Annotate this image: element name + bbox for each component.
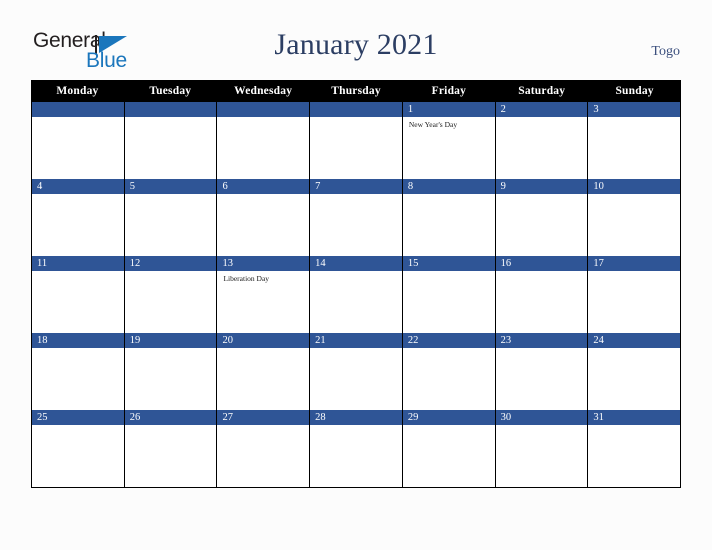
calendar-day-6[interactable]: 6 <box>217 179 311 256</box>
day-number: 25 <box>32 410 124 425</box>
day-number: 11 <box>32 256 124 271</box>
day-number: 17 <box>588 256 681 271</box>
holiday-event: Liberation Day <box>223 274 270 283</box>
calendar-day-30[interactable]: 30 <box>495 410 589 487</box>
day-number: 24 <box>588 333 681 348</box>
calendar-day-empty <box>124 102 218 179</box>
calendar-day-17[interactable]: 17 <box>588 256 682 333</box>
calendar-week-row: 25 26 27 28 29 30 31 <box>32 410 682 487</box>
calendar-day-2[interactable]: 2 <box>495 102 589 179</box>
weekday-header-saturday: Saturday <box>518 85 566 97</box>
calendar-day-21[interactable]: 21 <box>310 333 403 410</box>
day-number: 19 <box>124 333 217 348</box>
day-events: Liberation Day <box>217 271 309 284</box>
calendar-day-1[interactable]: 1 New Year's Day <box>402 102 496 179</box>
calendar-day-27[interactable]: 27 <box>217 410 311 487</box>
day-number: 13 <box>217 256 310 271</box>
calendar-day-11[interactable]: 11 <box>32 256 125 333</box>
day-number: 22 <box>402 333 495 348</box>
weekday-header-monday: Monday <box>56 85 99 97</box>
calendar-day-empty <box>32 102 125 179</box>
day-number: 21 <box>310 333 402 348</box>
day-number: 30 <box>495 410 588 425</box>
calendar-day-19[interactable]: 19 <box>124 333 218 410</box>
page-header: General Blue January 2021 Togo <box>0 0 712 80</box>
day-number: 16 <box>495 256 588 271</box>
calendar-day-8[interactable]: 8 <box>402 179 496 256</box>
calendar-day-7[interactable]: 7 <box>310 179 403 256</box>
calendar-day-3[interactable]: 3 <box>588 102 682 179</box>
day-number: 8 <box>402 179 495 194</box>
day-number: 20 <box>217 333 310 348</box>
day-number: 28 <box>310 410 402 425</box>
calendar-day-18[interactable]: 18 <box>32 333 125 410</box>
day-number <box>32 102 124 117</box>
weekday-header-sunday: Sunday <box>615 85 654 97</box>
calendar-day-28[interactable]: 28 <box>310 410 403 487</box>
calendar-day-13[interactable]: 13 Liberation Day <box>217 256 311 333</box>
day-number: 1 <box>402 102 495 117</box>
day-number: 2 <box>495 102 588 117</box>
weekday-header-wednesday: Wednesday <box>234 85 293 97</box>
day-number <box>124 102 217 117</box>
calendar-day-20[interactable]: 20 <box>217 333 311 410</box>
weekday-header-friday: Friday <box>431 85 467 97</box>
day-number <box>217 102 310 117</box>
calendar-day-15[interactable]: 15 <box>402 256 496 333</box>
holiday-event: New Year's Day <box>408 120 458 129</box>
calendar-grid: Monday Tuesday Wednesday Thursday Friday Satu… <box>31 80 682 488</box>
calendar-day-29[interactable]: 29 <box>402 410 496 487</box>
day-number: 14 <box>310 256 402 271</box>
weekday-header-tuesday: Tuesday <box>149 85 192 97</box>
day-number <box>310 102 402 117</box>
calendar-day-22[interactable]: 22 <box>402 333 496 410</box>
calendar-week-row: 11 12 13 Liberation Day 14 15 16 17 <box>32 256 682 333</box>
day-number: 18 <box>32 333 124 348</box>
calendar-day-16[interactable]: 16 <box>495 256 589 333</box>
calendar-day-10[interactable]: 10 <box>588 179 682 256</box>
calendar-day-5[interactable]: 5 <box>124 179 218 256</box>
day-number: 29 <box>402 410 495 425</box>
weekday-header-row: Monday Tuesday Wednesday Thursday Friday Satu… <box>31 80 681 102</box>
day-number: 9 <box>495 179 588 194</box>
day-number: 3 <box>588 102 681 117</box>
calendar-day-31[interactable]: 31 <box>588 410 682 487</box>
calendar-day-empty <box>217 102 311 179</box>
calendar-day-empty <box>310 102 403 179</box>
day-number: 31 <box>588 410 681 425</box>
day-number: 4 <box>32 179 124 194</box>
weekday-header-thursday: Thursday <box>331 85 381 97</box>
day-number: 6 <box>217 179 310 194</box>
calendar-day-25[interactable]: 25 <box>32 410 125 487</box>
calendar-week-row: 1 New Year's Day 2 3 <box>32 102 682 179</box>
day-number: 15 <box>402 256 495 271</box>
day-number: 10 <box>588 179 681 194</box>
calendar-day-12[interactable]: 12 <box>124 256 218 333</box>
day-number: 12 <box>124 256 217 271</box>
calendar-day-23[interactable]: 23 <box>495 333 589 410</box>
page-title: January 2021 <box>274 28 438 61</box>
calendar-day-9[interactable]: 9 <box>495 179 589 256</box>
calendar-day-4[interactable]: 4 <box>32 179 125 256</box>
day-number: 26 <box>124 410 217 425</box>
calendar-week-row: 4 5 6 7 8 9 10 <box>32 179 682 256</box>
day-number: 5 <box>124 179 217 194</box>
day-events: New Year's Day <box>403 117 495 130</box>
region-label: Togo <box>651 44 680 59</box>
day-number: 7 <box>310 179 402 194</box>
calendar-day-14[interactable]: 14 <box>310 256 403 333</box>
calendar-day-24[interactable]: 24 <box>588 333 682 410</box>
day-number: 27 <box>217 410 310 425</box>
calendar-day-26[interactable]: 26 <box>124 410 218 487</box>
calendar-week-row: 18 19 20 21 22 23 24 <box>32 333 682 410</box>
day-number: 23 <box>495 333 588 348</box>
calendar-weeks: 1 New Year's Day 2 3 4 5 6 7 8 9 10 11 12 13 Liberatio… <box>31 102 682 488</box>
